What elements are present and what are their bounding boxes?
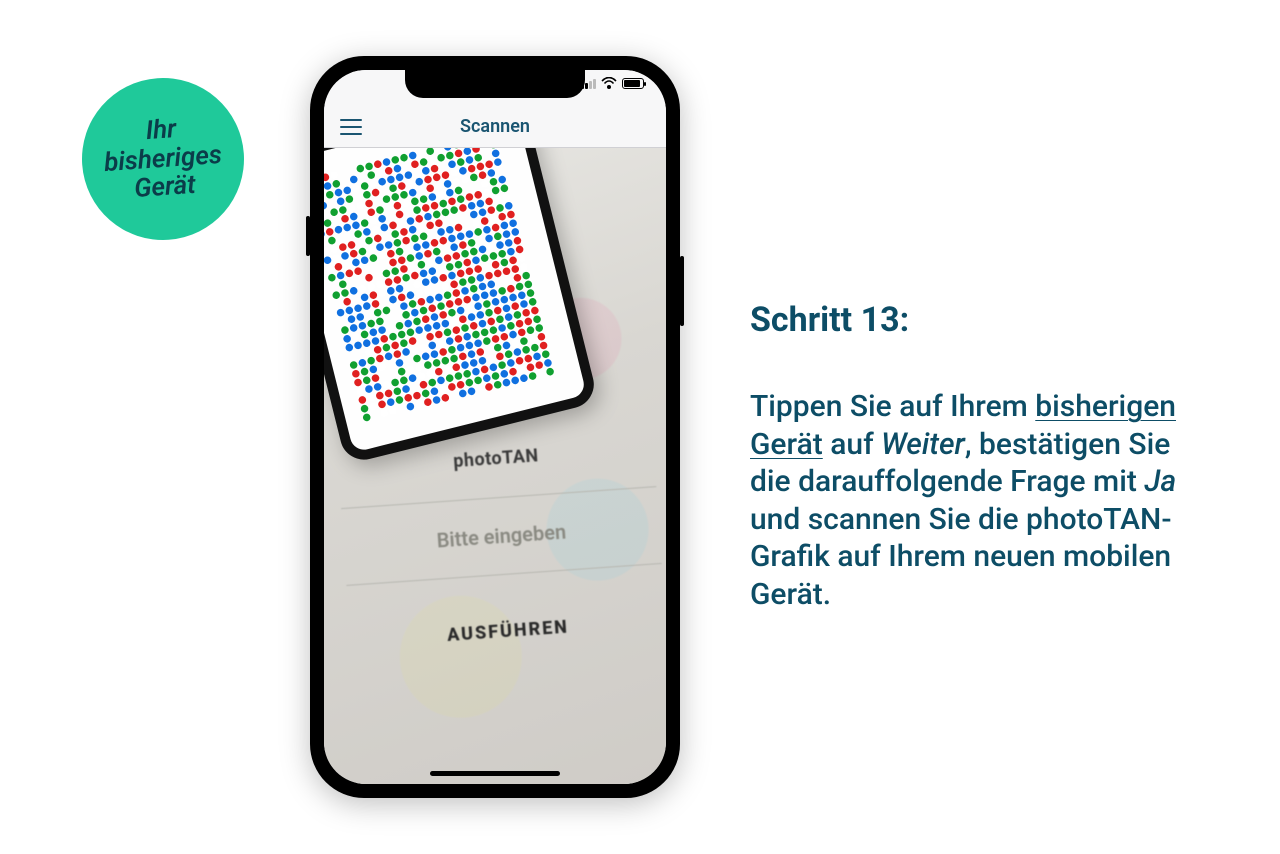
instruction-column: Schritt 13: Tippen Sie auf Ihrem bisheri… (750, 300, 1190, 613)
home-indicator[interactable] (430, 771, 560, 776)
menu-icon[interactable] (340, 119, 362, 135)
status-bar (581, 78, 644, 89)
phone-frame: Scannen photoTAN Bitte eingeben AUSFÜHRE… (310, 56, 680, 798)
wifi-icon (602, 79, 616, 89)
execute-button[interactable]: AUSFÜHREN (350, 610, 666, 653)
body-italic-1: Weiter (881, 427, 965, 462)
battery-icon (622, 78, 644, 89)
underlying-form: photoTAN Bitte eingeben AUSFÜHREN (338, 437, 666, 653)
phone-screen: Scannen photoTAN Bitte eingeben AUSFÜHRE… (324, 70, 666, 784)
body-italic-2: Ja (1144, 464, 1176, 499)
device-badge: Ihr bisheriges Gerät (77, 73, 250, 246)
body-pre: Tippen Sie auf Ihrem (750, 389, 1035, 424)
step-body: Tippen Sie auf Ihrem bisherigen Gerät au… (750, 388, 1190, 613)
form-input[interactable]: Bitte eingeben (341, 486, 662, 586)
camera-viewport: photoTAN Bitte eingeben AUSFÜHREN (324, 148, 666, 784)
phototan-graphic (324, 148, 567, 430)
appbar-title: Scannen (460, 116, 530, 137)
step-heading: Schritt 13: (750, 300, 1190, 340)
body-post: und scannen Sie die photoTAN-Grafik auf … (750, 502, 1172, 612)
phototan-card (324, 148, 599, 465)
body-mid1: auf (823, 427, 881, 462)
phone-notch (405, 70, 585, 98)
